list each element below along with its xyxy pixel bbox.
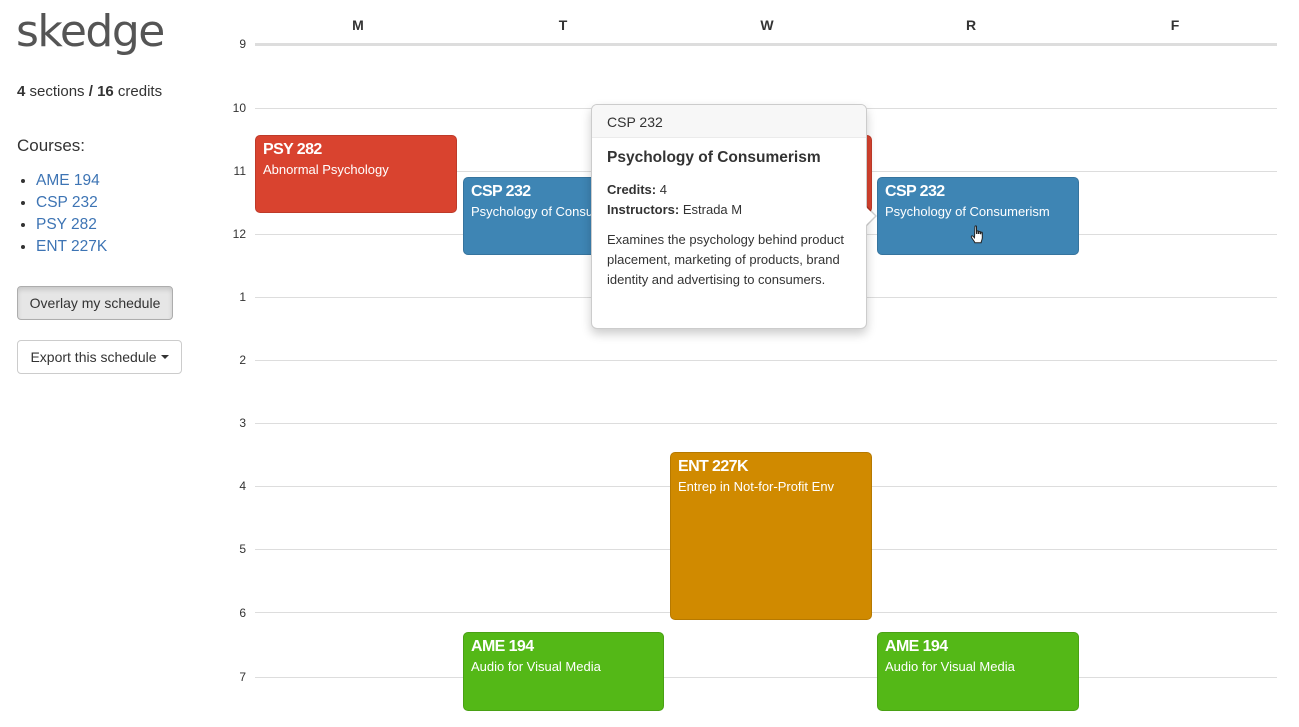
- event-ame-194-tuesday[interactable]: AME 194 Audio for Visual Media: [463, 632, 664, 711]
- grid-line: [255, 43, 1277, 46]
- credits-label: credits: [117, 83, 163, 100]
- grid-line: [255, 360, 1277, 361]
- courses-heading: Courses:: [17, 136, 86, 155]
- credits-value: 4: [659, 182, 667, 197]
- overlay-schedule-button[interactable]: Overlay my schedule: [17, 286, 173, 320]
- day-header-wednesday: W: [760, 17, 774, 33]
- event-name: Entrep in Not-for-Profit Env: [678, 479, 835, 494]
- event-code: PSY 282: [263, 141, 322, 158]
- grid-line: [255, 677, 1277, 678]
- instructors-value: Estrada M: [682, 202, 743, 217]
- export-schedule-button[interactable]: Export this schedule: [17, 340, 182, 374]
- hour-label: 12: [232, 227, 246, 241]
- event-ame-194-thursday[interactable]: AME 194 Audio for Visual Media: [877, 632, 1079, 711]
- popover-arrow-inner: [865, 206, 875, 226]
- hour-label: 3: [239, 416, 246, 430]
- grid-line: [255, 423, 1277, 424]
- caret-down-icon: [160, 355, 169, 359]
- hour-label: 2: [239, 353, 246, 367]
- export-schedule-label: Export this schedule: [30, 349, 157, 365]
- hour-label: 11: [233, 164, 246, 178]
- hour-label: 9: [239, 37, 246, 51]
- hour-label: 7: [239, 670, 246, 684]
- day-header-monday: M: [352, 17, 364, 33]
- course-list-item: ENT 227K: [36, 236, 107, 258]
- popover-content: Psychology of Consumerism Credits: 4 Ins…: [592, 138, 866, 290]
- hand-pointer-icon: [970, 225, 983, 244]
- hour-label: 10: [232, 101, 246, 115]
- popover-instructors: Instructors: Estrada M: [607, 200, 851, 220]
- event-code: CSP 232: [885, 183, 945, 200]
- hour-label: 5: [239, 542, 246, 556]
- popover-header: CSP 232: [592, 105, 866, 138]
- hour-label: 6: [239, 606, 246, 620]
- course-link-psy-282[interactable]: PSY 282: [36, 216, 97, 233]
- event-name: Audio for Visual Media: [885, 659, 1015, 674]
- instructors-label: Instructors:: [607, 202, 680, 217]
- event-psy-282-monday[interactable]: PSY 282 Abnormal Psychology: [255, 135, 457, 213]
- course-link-csp-232[interactable]: CSP 232: [36, 194, 98, 211]
- day-header-friday: F: [1170, 17, 1180, 33]
- credits-label: Credits:: [607, 182, 657, 197]
- popover-credits: Credits: 4: [607, 180, 851, 200]
- sections-label: sections: [29, 83, 85, 100]
- hour-label: 4: [239, 479, 246, 493]
- popover-title: Psychology of Consumerism: [607, 149, 821, 166]
- course-list-item: CSP 232: [36, 192, 107, 214]
- day-header-tuesday: T: [558, 17, 568, 33]
- course-link-ent-227k[interactable]: ENT 227K: [36, 238, 107, 255]
- schedule-summary: 4 sections / 16 credits: [17, 83, 162, 100]
- sections-count: 4: [17, 83, 26, 100]
- hour-label: 1: [239, 290, 246, 304]
- course-list-item: PSY 282: [36, 214, 107, 236]
- event-ent-227k-wednesday[interactable]: ENT 227K Entrep in Not-for-Profit Env: [670, 452, 872, 620]
- course-list: AME 194 CSP 232 PSY 282 ENT 227K: [17, 170, 107, 258]
- day-header-thursday: R: [965, 17, 977, 33]
- summary-separator: /: [88, 83, 93, 100]
- course-list-item: AME 194: [36, 170, 107, 192]
- course-link-ame-194[interactable]: AME 194: [36, 172, 100, 189]
- popover-description: Examines the psychology behind product p…: [607, 232, 845, 287]
- event-name: Abnormal Psychology: [263, 162, 389, 177]
- app-logo: skedge: [16, 6, 165, 57]
- event-code: AME 194: [471, 638, 534, 655]
- event-name: Audio for Visual Media: [471, 659, 601, 674]
- event-code: ENT 227K: [678, 458, 749, 475]
- course-popover: CSP 232 Psychology of Consumerism Credit…: [591, 104, 867, 329]
- credits-count: 16: [97, 83, 114, 100]
- event-code: AME 194: [885, 638, 948, 655]
- event-name: Psychology of Consumerism: [885, 204, 1050, 219]
